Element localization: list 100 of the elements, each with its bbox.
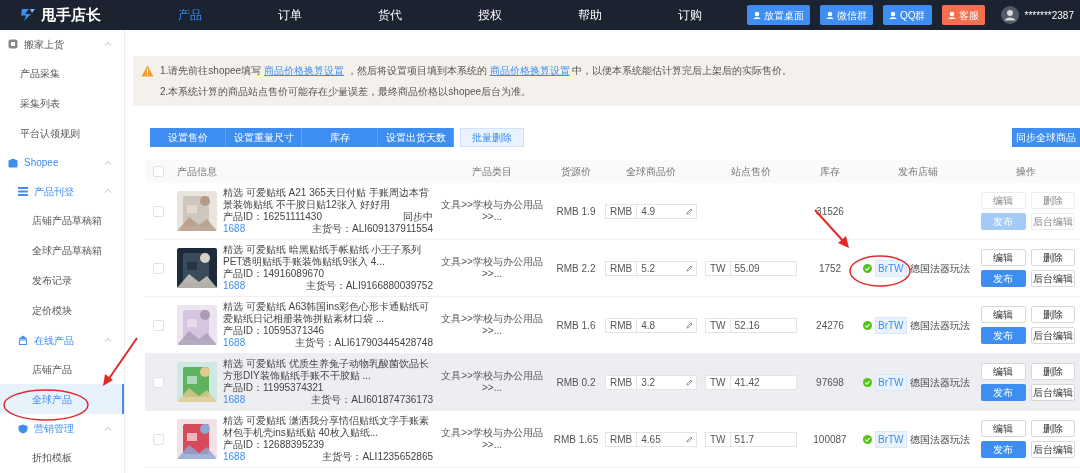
nav-tab[interactable]: 产品 [165,6,215,24]
notice-text: 1.请先前往shopee填写 商品价格换算设置 ，然后将设置项目填到本系统的 商品价格换算设置 中，以便本系统能估计算完后上架后的实际售价。 [160,64,793,78]
sidebar-group[interactable]: 产品刊登 [0,177,124,206]
annotation-arrow [100,336,140,388]
pencil-icon [686,435,693,443]
list-icon [18,186,28,197]
row-checkbox[interactable] [152,319,164,331]
action-button[interactable]: 编辑 [981,363,1026,380]
price-field[interactable]: RMB 4.65 [605,431,697,447]
action-button[interactable]: 删除 [1030,420,1075,437]
column-header: 操作 [1015,165,1037,179]
product-id: 产品ID：11995374321 [223,382,324,394]
sidebar-item[interactable]: 平台认领规则 [0,118,124,149]
sku-text: 主货号：ALI601874736173 [311,394,433,406]
product-id: 产品ID：14916089670 [223,268,325,280]
action-button[interactable]: 后台编辑 [1030,327,1075,344]
store-icon [18,335,28,346]
price-field[interactable]: TW 52.16 [705,317,797,333]
sidebar-item[interactable]: 店铺产品 [0,354,124,385]
sidebar-item[interactable]: 产品采集 [0,58,124,89]
sku-text: 主货号：ALI617903445428748 [294,337,433,349]
price-field[interactable]: RMB 4.9 [605,203,697,219]
shop-name: 德国法器玩法 [909,375,970,390]
sidebar-item[interactable]: 采集列表 [0,88,124,119]
action-button[interactable]: 编辑 [981,420,1026,437]
price-field[interactable]: RMB 4.8 [605,317,697,333]
nav-tab[interactable]: 货代 [365,6,415,24]
price-field[interactable]: TW 51.7 [705,431,797,447]
product-id: 产品ID：12688395239 [223,439,325,451]
shop-name: 德国法器玩法 [909,261,970,276]
chevron-icon [104,158,112,167]
warning-icon [141,64,154,77]
product-id: 产品ID：10595371346 [223,325,325,337]
stock-count: 1752 [817,261,843,276]
column-header: 发布店铺 [897,165,939,179]
app-name: 甩手店长 [41,4,101,25]
sync-status: 同步中 [403,211,433,223]
price-field[interactable]: RMB 3.2 [605,374,697,390]
nav-tab[interactable]: 订单 [265,6,315,24]
stock-count: 97698 [815,375,845,390]
source-link[interactable]: 1688 [223,337,246,349]
shop-tag: BrTW [875,373,907,391]
action-button[interactable]: 编辑 [981,306,1026,323]
row-checkbox[interactable] [152,262,164,274]
column-header: 全球商品价 [625,165,677,179]
price-field[interactable]: RMB 5.2 [605,260,697,276]
price-field[interactable]: TW 55.09 [705,260,797,276]
source-price: RMB 0.2 [555,375,597,390]
action-button[interactable]: 编辑 [981,249,1026,266]
source-link[interactable]: 1688 [223,280,246,292]
category-text: 文具>>学校与办公用品>>... [440,199,544,223]
source-link[interactable]: 1688 [223,223,246,235]
price-field[interactable]: TW 41.42 [705,374,797,390]
column-header: 库存 [819,165,841,179]
user-name: *******2387 [1024,8,1074,23]
sidebar-item[interactable]: 折扣模板 [0,442,124,473]
action-button[interactable]: 后台编辑 [1030,384,1075,401]
stock-count: 24276 [815,318,845,333]
action-button[interactable]: 后台编辑 [1030,270,1075,287]
pencil-icon [686,378,693,386]
source-link[interactable]: 1688 [223,451,246,463]
sidebar-group[interactable]: Shopee [0,148,124,178]
row-checkbox[interactable] [152,433,164,445]
sidebar-item[interactable]: 发布记录 [0,265,124,296]
header-button-icon [947,11,956,19]
shop-tag: BrTW [875,316,907,334]
logo-icon [20,8,36,22]
shop-tag: BrTW [875,430,907,448]
sidebar-item[interactable]: 定价模块 [0,295,124,326]
chevron-icon [104,40,112,49]
stock-count: 100087 [812,432,848,447]
row-checkbox[interactable] [152,166,164,177]
nav-tab[interactable]: 订购 [665,6,715,24]
box-icon [8,39,18,50]
nav-tab[interactable]: 帮助 [565,6,615,24]
chevron-icon [104,336,112,345]
source-price: RMB 1.65 [552,432,600,447]
sidebar-item[interactable]: 全球产品草稿箱 [0,235,124,266]
source-price: RMB 2.2 [555,261,597,276]
nav-tab[interactable]: 授权 [465,6,515,24]
sku-text: 主货号：ALI9166880039752 [305,280,433,292]
sidebar-group[interactable]: 营销管理 [0,414,124,443]
sidebar-group[interactable]: 在线产品 [0,325,124,355]
header-button-icon [825,11,834,19]
annotation-arrow [812,208,852,250]
row-checkbox[interactable] [152,376,164,388]
bag-icon [8,157,18,168]
action-button[interactable]: 删除 [1030,249,1075,266]
chevron-icon [104,424,112,433]
action-button[interactable]: 删除 [1030,306,1075,323]
action-button[interactable]: 删除 [1030,363,1075,380]
action-button[interactable]: 后台编辑 [1030,441,1075,458]
sidebar-group[interactable]: 搬家上货 [0,30,124,59]
category-text: 文具>>学校与办公用品>>... [440,427,544,451]
annotation-circle [848,254,912,288]
sidebar-item[interactable]: 店铺产品草稿箱 [0,205,124,236]
row-checkbox[interactable] [152,205,164,217]
stock-count: 31526 [815,204,845,219]
pencil-icon [686,264,693,272]
column-header: 站点售价 [730,165,772,179]
